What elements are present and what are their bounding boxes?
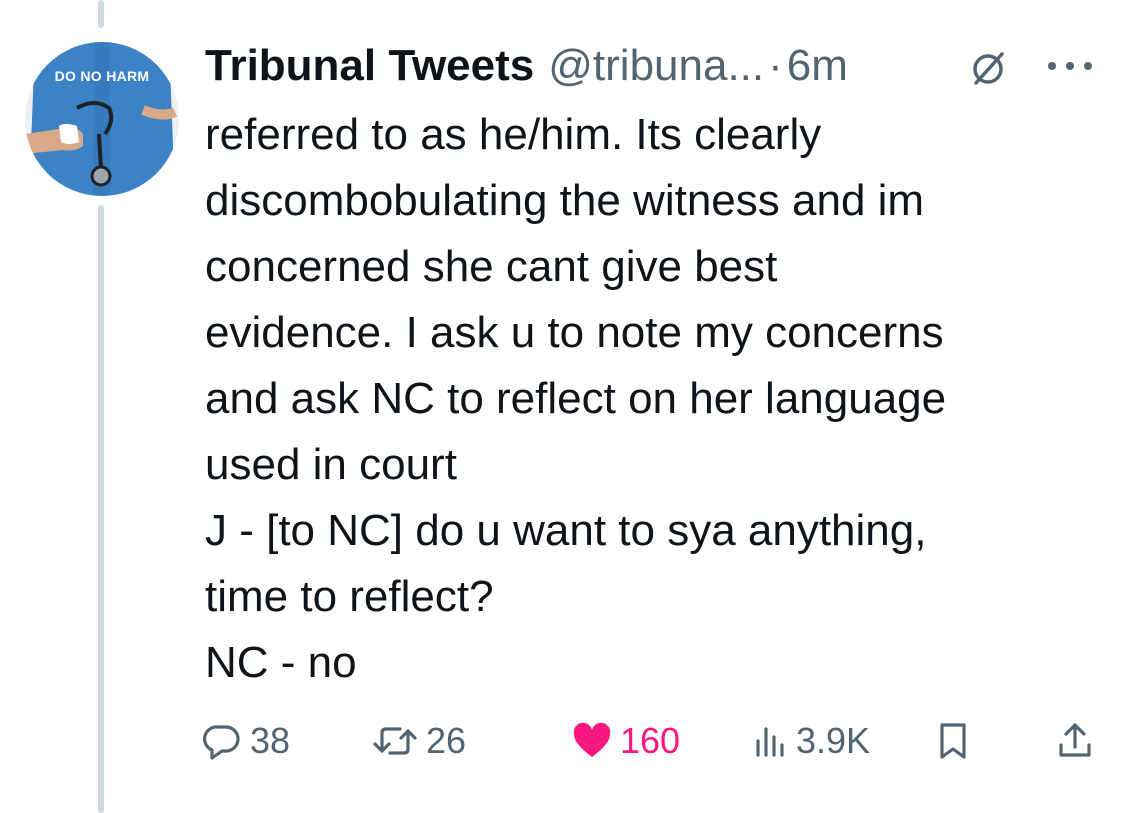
repost-button[interactable]: 26	[370, 716, 466, 766]
tweet-text-line: evidence. I ask u to note my concerns	[205, 308, 944, 357]
views-bars-icon	[756, 727, 784, 757]
action-bar: 38 26 160 3.9K	[200, 716, 1100, 766]
heart-icon	[573, 722, 611, 757]
thread-line-top	[98, 0, 104, 28]
tweet-header: Tribunal Tweets @tribuna... · 6m	[205, 38, 848, 94]
tweet-body: referred to as he/him. Its clearly disco…	[205, 102, 1105, 696]
tweet-text-line: time to reflect?	[205, 572, 494, 621]
author-display-name[interactable]: Tribunal Tweets	[205, 38, 534, 94]
repost-arrows-icon	[373, 727, 417, 755]
thread-line-bottom	[98, 205, 104, 813]
repost-count: 26	[426, 720, 467, 761]
views-count: 3.9K	[796, 720, 871, 761]
tweet-text-line: and ask NC to reflect on her language	[205, 374, 947, 423]
share-button[interactable]	[1055, 716, 1101, 766]
reply-button[interactable]: 38	[200, 716, 290, 766]
avatar-text: DO NO HARM	[54, 68, 150, 84]
tweet-text-line: NC - no	[205, 638, 357, 687]
avatar[interactable]: DO NO HARM	[25, 42, 179, 196]
like-button[interactable]: 160	[570, 716, 680, 766]
tweet[interactable]: DO NO HARM Tribunal Tweets @tribuna... ·…	[0, 0, 1125, 813]
bookmark-button[interactable]	[933, 716, 979, 766]
tweet-text-line: concerned she cant give best	[205, 242, 778, 291]
more-dots-icon[interactable]	[1042, 56, 1098, 76]
reply-count: 38	[250, 720, 291, 761]
views-button[interactable]: 3.9K	[750, 716, 870, 766]
nurse-avatar-image	[25, 42, 179, 196]
share-icon	[1059, 723, 1091, 757]
tweet-text-line: discombobulating the witness and im	[205, 176, 925, 225]
tweet-text-line: used in court	[205, 440, 457, 489]
tweet-text-line: J - [to NC] do u want to sya anything,	[205, 506, 927, 555]
tweet-timestamp[interactable]: 6m	[787, 38, 848, 94]
circle-slash-icon[interactable]	[968, 48, 1008, 88]
tweet-text-line: referred to as he/him. Its clearly	[205, 110, 822, 159]
reply-bubble-icon	[203, 725, 240, 760]
separator-dot: ·	[768, 41, 783, 90]
author-handle[interactable]: @tribuna...	[548, 38, 764, 94]
bookmark-icon	[940, 723, 966, 759]
like-count: 160	[620, 720, 681, 761]
